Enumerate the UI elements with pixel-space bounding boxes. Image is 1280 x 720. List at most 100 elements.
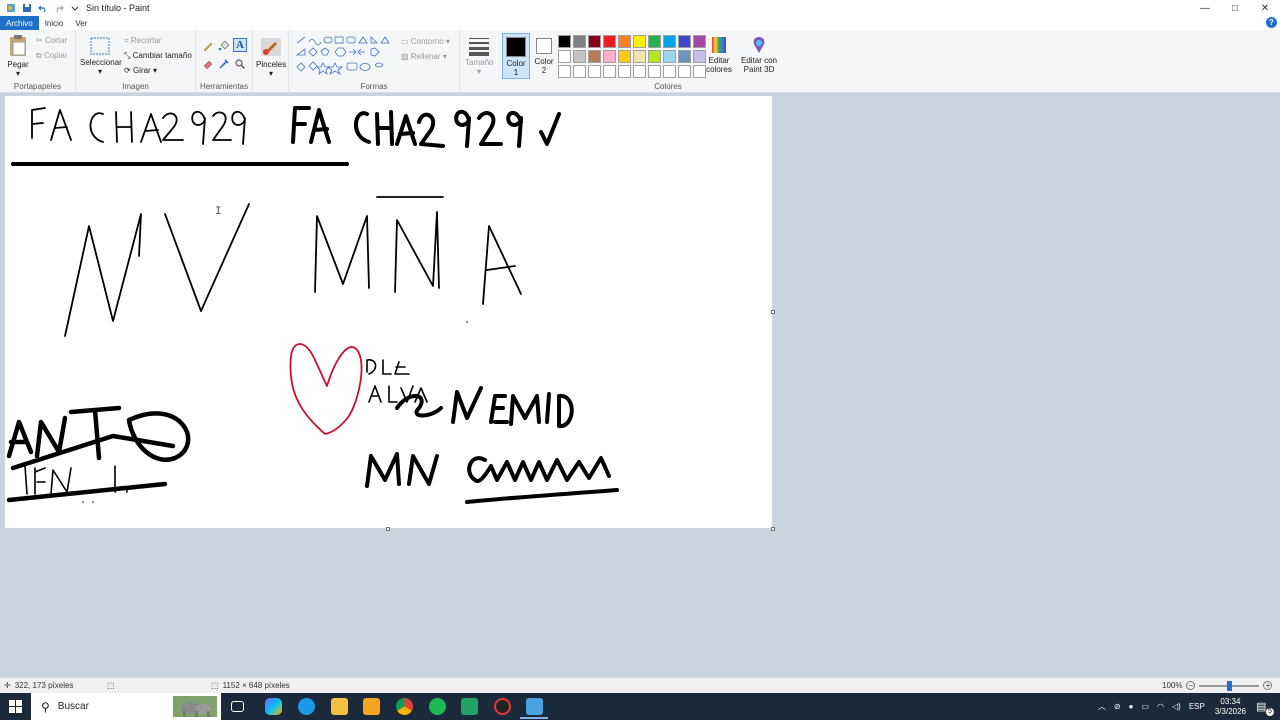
spreadsheet-icon[interactable] bbox=[461, 698, 478, 715]
fill-bucket-icon[interactable] bbox=[218, 40, 230, 52]
resize-handle-bottom[interactable] bbox=[386, 527, 390, 531]
save-icon[interactable] bbox=[22, 3, 32, 13]
edit-colors-button[interactable]: Editar colores bbox=[703, 36, 735, 74]
copilot-icon[interactable] bbox=[265, 698, 282, 715]
tab-ver[interactable]: Ver bbox=[69, 16, 93, 30]
group-label-imagen: Imagen bbox=[122, 82, 149, 91]
quick-access-toolbar bbox=[0, 0, 80, 16]
cursor-position: ✛ 322, 173 píxeles bbox=[4, 681, 74, 690]
app-icon[interactable] bbox=[494, 698, 511, 715]
palette-swatch[interactable] bbox=[588, 65, 601, 78]
edit-with-paint3d-button[interactable]: Editar con Paint 3D bbox=[740, 36, 778, 74]
notification-badge: 5 bbox=[1266, 708, 1274, 716]
palette-swatch[interactable] bbox=[558, 50, 571, 63]
palette-swatch[interactable] bbox=[648, 65, 661, 78]
notification-button[interactable]: ▤ 5 bbox=[1256, 700, 1274, 716]
drawing-canvas[interactable] bbox=[5, 96, 775, 531]
brushes-button[interactable]: Pinceles ▾ bbox=[256, 36, 286, 78]
handwriting-middle-row bbox=[64, 196, 522, 337]
handwriting-bold-line bbox=[291, 106, 561, 148]
windows-start-icon[interactable] bbox=[9, 700, 22, 713]
tab-archivo[interactable]: Archivo bbox=[0, 16, 39, 30]
rotate-button[interactable]: ⟳ Girar ▾ bbox=[124, 66, 157, 75]
paint-taskbar-icon[interactable] bbox=[526, 698, 543, 715]
palette-swatch[interactable] bbox=[618, 65, 631, 78]
resize-handle-right[interactable] bbox=[771, 310, 775, 314]
color1-button[interactable]: Color 1 bbox=[502, 33, 530, 79]
zoom-slider-thumb[interactable] bbox=[1227, 680, 1233, 691]
palette-swatch[interactable] bbox=[588, 50, 601, 63]
size-button[interactable]: Tamaño ▾ bbox=[465, 36, 493, 76]
outline-dropdown[interactable]: ▭ Contorno ▾ bbox=[401, 37, 450, 46]
zoom-in-button[interactable]: + bbox=[1263, 681, 1273, 690]
maximize-button[interactable]: □ bbox=[1220, 0, 1250, 16]
palette-swatch[interactable] bbox=[558, 65, 571, 78]
resize-handle-corner[interactable] bbox=[771, 527, 775, 531]
network-off-icon[interactable]: ⊘ bbox=[1114, 702, 1121, 711]
crop-button[interactable]: ⌗ Recortar bbox=[124, 36, 161, 46]
undo-icon[interactable] bbox=[38, 3, 48, 13]
color-picker-icon[interactable] bbox=[218, 58, 230, 70]
task-view-icon[interactable] bbox=[231, 701, 244, 712]
help-icon[interactable]: ? bbox=[1266, 17, 1277, 28]
volume-icon[interactable]: ◁) bbox=[1172, 702, 1181, 711]
pencil-icon[interactable] bbox=[202, 40, 214, 52]
color2-button[interactable]: Color 2 bbox=[532, 33, 556, 79]
chrome-icon[interactable] bbox=[396, 698, 413, 715]
display-icon[interactable]: ▭ bbox=[1141, 702, 1149, 711]
shapes-gallery-icon[interactable] bbox=[295, 36, 395, 76]
edge-icon[interactable] bbox=[298, 698, 315, 715]
eraser-icon[interactable] bbox=[202, 58, 214, 70]
palette-swatch[interactable] bbox=[663, 50, 676, 63]
palette-swatch[interactable] bbox=[603, 50, 616, 63]
chevron-up-icon[interactable]: ︿ bbox=[1098, 701, 1106, 712]
paste-button[interactable]: Pegar ▾ bbox=[4, 34, 32, 78]
fill-dropdown[interactable]: ▧ Rellenar ▾ bbox=[401, 52, 447, 61]
resize-button[interactable]: ⤡ Cambiar tamaño bbox=[124, 51, 192, 61]
palette-swatch[interactable] bbox=[678, 50, 691, 63]
palette-swatch[interactable] bbox=[648, 50, 661, 63]
palette-swatch[interactable] bbox=[603, 35, 616, 48]
zoom-out-button[interactable]: − bbox=[1186, 681, 1196, 690]
minimize-button[interactable]: — bbox=[1190, 0, 1220, 16]
select-button[interactable]: Seleccionar ▾ bbox=[80, 36, 122, 76]
taskbar-search-box[interactable]: ⚲ Buscar bbox=[31, 693, 221, 720]
palette-swatch[interactable] bbox=[573, 65, 586, 78]
palette-swatch[interactable] bbox=[648, 35, 661, 48]
palette-swatch[interactable] bbox=[663, 35, 676, 48]
palette-swatch[interactable] bbox=[603, 65, 616, 78]
palette-swatch[interactable] bbox=[633, 35, 646, 48]
magnifier-icon[interactable] bbox=[234, 58, 246, 70]
file-explorer-icon[interactable] bbox=[331, 698, 348, 715]
palette-swatch[interactable] bbox=[573, 50, 586, 63]
palette-swatch[interactable] bbox=[558, 35, 571, 48]
palette-swatch[interactable] bbox=[678, 35, 691, 48]
spotify-icon[interactable] bbox=[429, 698, 446, 715]
palette-swatch[interactable] bbox=[678, 65, 691, 78]
zoom-slider[interactable] bbox=[1199, 680, 1260, 691]
palette-swatch[interactable] bbox=[633, 65, 646, 78]
copy-button[interactable]: ⧉ Copiar bbox=[36, 51, 68, 61]
close-button[interactable]: ✕ bbox=[1250, 0, 1280, 16]
store-icon[interactable] bbox=[363, 698, 380, 715]
group-tamano: Tamaño ▾ bbox=[460, 30, 498, 93]
text-tool-icon[interactable]: A bbox=[233, 38, 247, 52]
palette-swatch[interactable] bbox=[588, 35, 601, 48]
redo-icon[interactable] bbox=[54, 3, 64, 13]
palette-swatch[interactable] bbox=[618, 35, 631, 48]
group-herramientas: A Herramientas bbox=[196, 30, 253, 93]
language-indicator[interactable]: ESP bbox=[1189, 702, 1205, 711]
palette-swatch[interactable] bbox=[618, 50, 631, 63]
customize-toolbar-icon[interactable] bbox=[70, 3, 80, 13]
clock[interactable]: 03:34 3/3/2026 bbox=[1215, 697, 1246, 717]
palette-swatch[interactable] bbox=[633, 50, 646, 63]
notification-icon: ▤ bbox=[1256, 701, 1267, 713]
group-pinceles: Pinceles ▾ bbox=[253, 30, 289, 93]
palette-swatch[interactable] bbox=[573, 35, 586, 48]
paint-app-icon bbox=[7, 4, 15, 12]
tab-inicio[interactable]: Inicio bbox=[39, 16, 70, 30]
palette-swatch[interactable] bbox=[663, 65, 676, 78]
wifi-icon[interactable]: ◠ bbox=[1157, 702, 1164, 711]
cut-button[interactable]: ✂ Cortar bbox=[36, 36, 67, 45]
microphone-icon[interactable]: ● bbox=[1129, 702, 1134, 711]
